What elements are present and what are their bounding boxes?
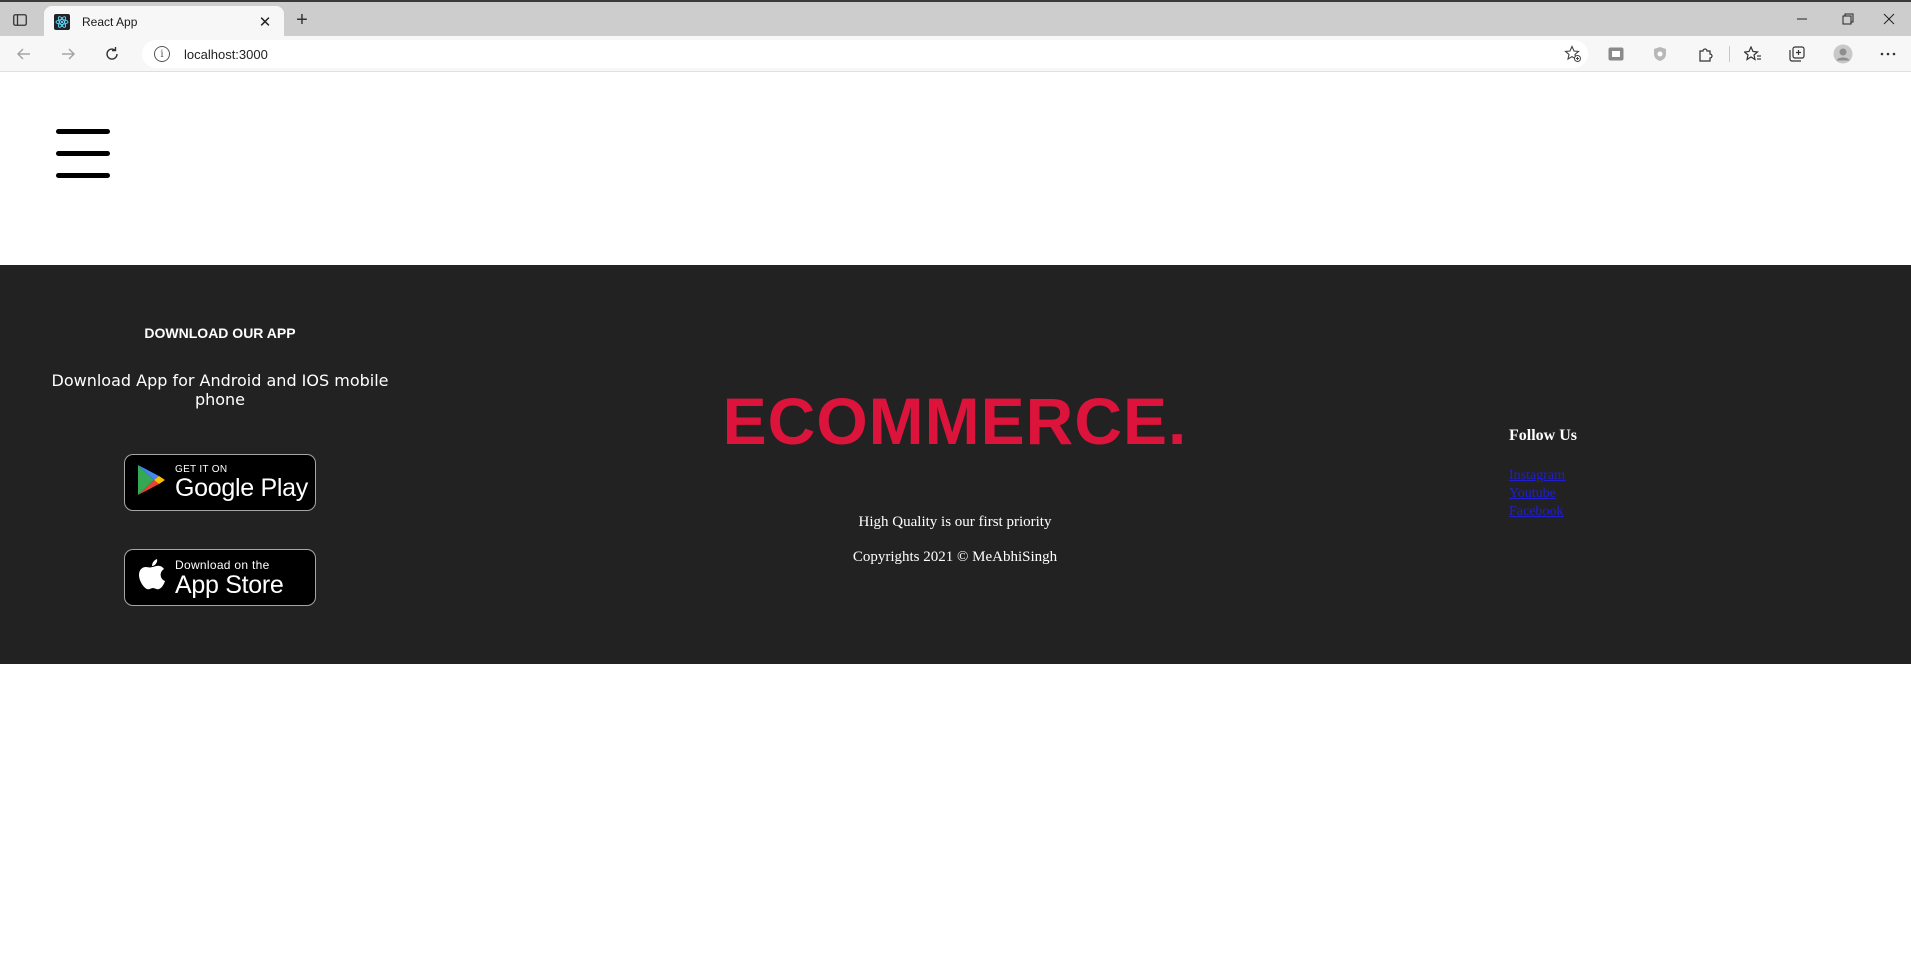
footer-left-column: DOWNLOAD OUR APP Download App for Androi…	[40, 265, 400, 606]
footer-middle-column: ECOMMERCE. High Quality is our first pri…	[620, 265, 1290, 566]
download-app-description: Download App for Android and IOS mobile …	[51, 371, 389, 409]
extension-icon[interactable]	[1605, 44, 1627, 64]
address-bar[interactable]: i localhost:3000	[142, 40, 1588, 68]
app-store-badge[interactable]: Download on the App Store	[124, 549, 316, 606]
refresh-icon[interactable]	[98, 42, 126, 66]
apple-icon	[137, 558, 167, 597]
app-store-small-text: Download on the	[175, 557, 270, 572]
back-icon[interactable]	[10, 42, 38, 66]
hamburger-line	[56, 151, 110, 156]
follow-us-heading: Follow Us	[1509, 427, 1577, 444]
browser-tab[interactable]: React App ✕	[44, 6, 284, 38]
puzzle-icon[interactable]	[1694, 44, 1716, 64]
forward-icon[interactable]	[54, 42, 82, 66]
page-content: DOWNLOAD OUR APP Download App for Androi…	[0, 73, 1911, 957]
google-play-big-text: Google Play	[175, 474, 308, 502]
url-text[interactable]: localhost:3000	[184, 47, 268, 62]
instagram-link[interactable]: Instagram	[1509, 467, 1709, 485]
google-play-icon	[137, 464, 167, 501]
profile-icon[interactable]	[1832, 44, 1854, 64]
browser-toolbar: i localhost:3000	[0, 36, 1911, 72]
hamburger-line	[56, 129, 110, 134]
tab-title: React App	[82, 15, 138, 29]
facebook-link[interactable]: Facebook	[1509, 503, 1709, 521]
youtube-link[interactable]: Youtube	[1509, 485, 1709, 503]
add-favorite-icon[interactable]	[1564, 45, 1582, 63]
footer-tagline: High Quality is our first priority	[858, 514, 1052, 530]
favorites-icon[interactable]	[1742, 44, 1764, 64]
new-tab-button[interactable]: +	[290, 9, 314, 33]
site-footer: DOWNLOAD OUR APP Download App for Androi…	[0, 265, 1911, 664]
react-favicon-icon	[54, 14, 70, 30]
restore-icon[interactable]	[1826, 6, 1870, 32]
hamburger-line	[56, 173, 110, 178]
tab-close-icon[interactable]: ✕	[256, 13, 274, 31]
footer-right-column: Follow Us Instagram Youtube Facebook	[1509, 265, 1709, 521]
hamburger-menu-icon[interactable]	[56, 129, 110, 179]
collections-icon[interactable]	[1786, 44, 1808, 64]
browser-titlebar: React App ✕ +	[0, 0, 1911, 38]
google-play-badge[interactable]: GET IT ON Google Play	[124, 454, 316, 511]
site-info-icon[interactable]: i	[154, 46, 170, 62]
more-icon[interactable]	[1877, 44, 1899, 64]
download-app-heading: DOWNLOAD OUR APP	[144, 325, 296, 341]
brand-logo-text: ECOMMERCE.	[722, 384, 1188, 458]
shield-icon[interactable]	[1649, 44, 1671, 64]
footer-copyright: Copyrights 2021 © MeAbhiSingh	[852, 549, 1058, 565]
app-store-big-text: App Store	[175, 570, 284, 599]
toolbar-divider	[1729, 46, 1730, 62]
tab-actions-icon[interactable]	[6, 8, 34, 32]
close-icon[interactable]	[1867, 6, 1911, 32]
minimize-icon[interactable]	[1780, 6, 1824, 32]
